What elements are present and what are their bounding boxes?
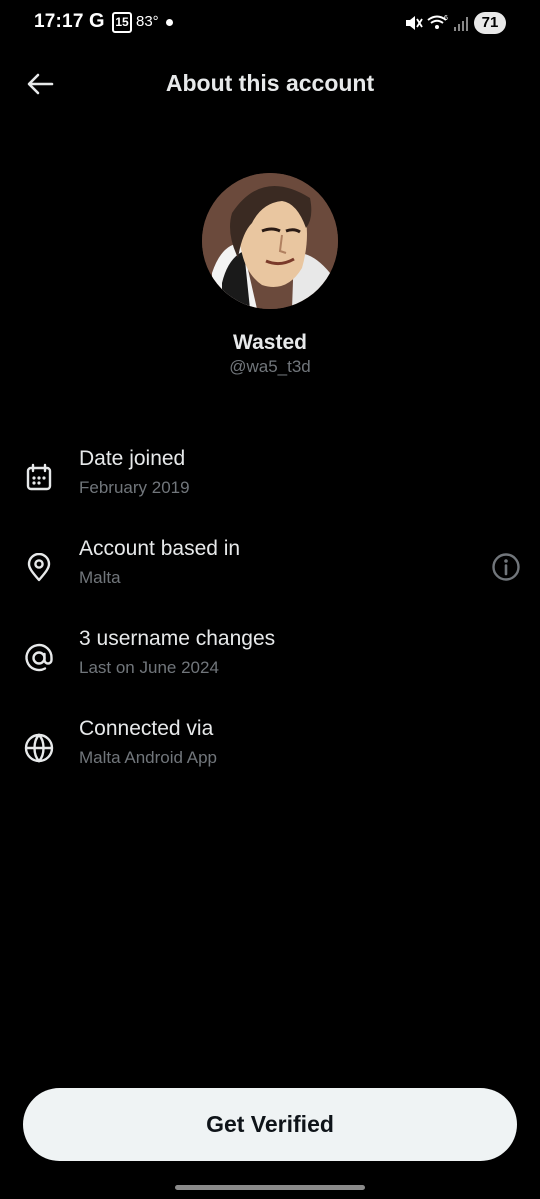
user-handle: @wa5_t3d <box>229 357 311 376</box>
info-title: Connected via <box>79 717 214 740</box>
info-title: Account based in <box>79 537 241 560</box>
page-title: About this account <box>165 70 375 96</box>
get-verified-button[interactable]: Get Verified <box>23 1088 517 1161</box>
at-sign-icon <box>22 641 56 675</box>
info-item-connected-via: Connected via Malta Android App <box>0 717 540 787</box>
home-indicator[interactable] <box>175 1185 365 1190</box>
info-item-account-based-in: Account based in Malta <box>0 537 540 607</box>
status-time: 17:17 <box>34 11 84 32</box>
info-button[interactable] <box>488 549 524 585</box>
info-title: Date joined <box>79 447 186 470</box>
info-subtitle: February 2019 <box>79 478 190 497</box>
svg-text:6: 6 <box>444 15 448 22</box>
info-item-date-joined: Date joined February 2019 <box>0 447 540 517</box>
google-icon: G <box>89 10 105 32</box>
calendar-notification-icon: 15 <box>112 12 132 33</box>
info-icon <box>492 553 520 581</box>
header: About this account <box>0 56 540 112</box>
info-subtitle: Malta <box>79 568 121 587</box>
info-subtitle: Malta Android App <box>79 748 217 767</box>
battery-indicator: 71 <box>474 12 506 34</box>
weather-temperature: 83° <box>136 13 159 30</box>
avatar <box>202 173 338 309</box>
status-icons: 6 <box>406 15 468 31</box>
calendar-icon <box>22 461 56 495</box>
status-bar: 17:17 G 15 83° 6 71 <box>0 0 540 46</box>
info-subtitle: Last on June 2024 <box>79 658 219 677</box>
globe-icon <box>22 731 56 765</box>
mute-icon <box>406 16 423 30</box>
notification-dot-icon <box>166 19 173 26</box>
location-pin-icon <box>22 551 56 585</box>
display-name: Wasted <box>233 331 307 354</box>
info-item-username-changes: 3 username changes Last on June 2024 <box>0 627 540 697</box>
wifi-icon: 6 <box>427 15 448 29</box>
avatar-image <box>202 173 338 309</box>
info-title: 3 username changes <box>79 627 276 650</box>
signal-icon <box>454 17 468 31</box>
